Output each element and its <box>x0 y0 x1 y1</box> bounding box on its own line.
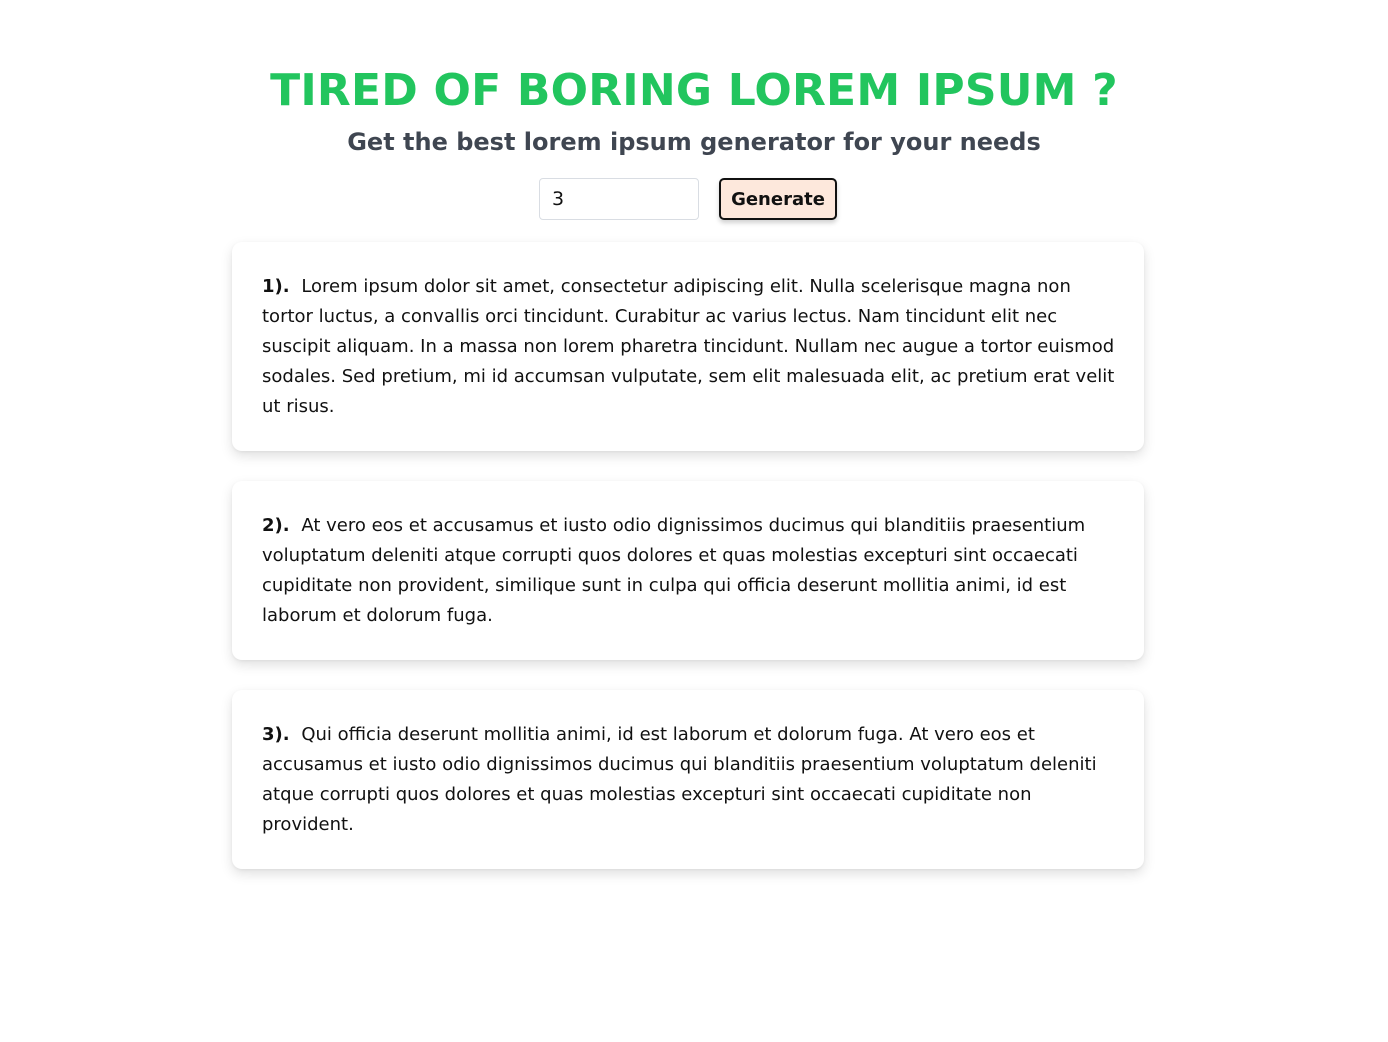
paragraph-card: 2). At vero eos et accusamus et iusto od… <box>232 481 1144 660</box>
paragraph-text: 3). Qui officia deserunt mollitia animi,… <box>262 720 1116 840</box>
page-title: TIRED OF BORING LOREM IPSUM ? <box>270 65 1118 116</box>
paragraph-content: Lorem ipsum dolor sit amet, consectetur … <box>262 276 1115 417</box>
paragraph-number: 2). <box>262 515 290 536</box>
paragraph-text: 1). Lorem ipsum dolor sit amet, consecte… <box>262 272 1116 422</box>
generator-form: Generate <box>0 178 1388 222</box>
paragraph-content: Qui officia deserunt mollitia animi, id … <box>262 724 1097 835</box>
paragraph-list: 1). Lorem ipsum dolor sit amet, consecte… <box>232 242 1144 899</box>
page: TIRED OF BORING LOREM IPSUM ? Get the be… <box>0 0 1388 1042</box>
page-subtitle: Get the best lorem ipsum generator for y… <box>347 128 1041 156</box>
generate-button[interactable]: Generate <box>719 178 837 220</box>
paragraph-card: 3). Qui officia deserunt mollitia animi,… <box>232 690 1144 869</box>
paragraph-count-input[interactable] <box>539 178 699 220</box>
paragraph-content: At vero eos et accusamus et iusto odio d… <box>262 515 1086 626</box>
paragraph-card: 1). Lorem ipsum dolor sit amet, consecte… <box>232 242 1144 451</box>
paragraph-number: 1). <box>262 276 290 297</box>
paragraph-number: 3). <box>262 724 290 745</box>
paragraph-text: 2). At vero eos et accusamus et iusto od… <box>262 511 1116 631</box>
